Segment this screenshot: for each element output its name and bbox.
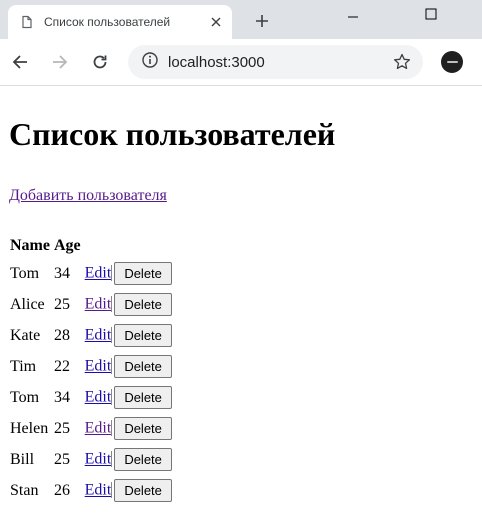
delete-button[interactable]: Delete	[114, 417, 172, 440]
delete-button[interactable]: Delete	[114, 262, 172, 285]
address-bar[interactable]: localhost:3000	[128, 45, 423, 79]
actions-cell: Edit Delete	[84, 290, 173, 319]
column-header-name: Name	[10, 236, 50, 254]
page-icon	[20, 15, 34, 29]
table-row: Tom 34 Edit Delete	[9, 259, 173, 288]
reload-icon[interactable]	[86, 48, 114, 76]
actions-cell: Edit Delete	[84, 383, 173, 412]
page-title: Список пользователей	[9, 116, 336, 152]
user-age-cell: 25	[53, 295, 70, 313]
column-header-age: Age	[53, 236, 81, 254]
delete-button[interactable]: Delete	[114, 293, 172, 316]
user-name-cell: Bill	[10, 450, 35, 468]
add-user-link[interactable]: Добавить пользователя	[9, 187, 167, 205]
table-row: Alice 25 Edit Delete	[9, 290, 173, 319]
separator	[111, 357, 113, 374]
maximize-icon[interactable]	[408, 0, 454, 28]
edit-link[interactable]: Edit	[85, 358, 112, 375]
star-icon[interactable]	[393, 53, 411, 71]
url-text: localhost:3000	[168, 53, 265, 71]
back-arrow-icon[interactable]	[6, 48, 34, 76]
profile-avatar-icon[interactable]	[441, 51, 463, 73]
edit-link[interactable]: Edit	[85, 327, 112, 344]
separator	[111, 419, 113, 436]
user-age-cell: 28	[53, 326, 70, 344]
edit-link[interactable]: Edit	[85, 389, 112, 406]
separator	[111, 450, 113, 467]
tab-title: Список пользователей	[44, 15, 171, 29]
actions-cell: Edit Delete	[84, 414, 173, 443]
table-row: Helen 25 Edit Delete	[9, 414, 173, 443]
user-age-cell: 34	[53, 264, 70, 282]
user-name-cell: Helen	[10, 419, 49, 437]
user-age-cell: 25	[53, 419, 70, 437]
users-table: Name Age Tom 34 Edit Delete Alice 25 Edit Delet…	[7, 232, 175, 507]
actions-cell: Edit Delete	[84, 259, 173, 288]
user-age-cell: 34	[53, 388, 70, 406]
user-age-cell: 22	[53, 357, 70, 375]
tab-strip: Список пользователей	[0, 0, 482, 39]
delete-button[interactable]: Delete	[114, 479, 172, 502]
actions-cell: Edit Delete	[84, 445, 173, 474]
user-name-cell: Kate	[10, 326, 41, 344]
edit-link[interactable]: Edit	[85, 296, 112, 313]
close-icon[interactable]	[208, 14, 224, 30]
table-row: Tim 22 Edit Delete	[9, 352, 173, 381]
delete-button[interactable]: Delete	[114, 324, 172, 347]
table-row: Kate 28 Edit Delete	[9, 321, 173, 350]
actions-cell: Edit Delete	[84, 352, 173, 381]
table-row: Bill 25 Edit Delete	[9, 445, 173, 474]
user-name-cell: Tim	[10, 357, 37, 375]
browser-toolbar: localhost:3000	[0, 39, 482, 86]
edit-link[interactable]: Edit	[85, 451, 112, 468]
user-name-cell: Tom	[10, 388, 40, 406]
forward-arrow-icon	[46, 48, 74, 76]
edit-link[interactable]: Edit	[85, 482, 112, 499]
browser-tab[interactable]: Список пользователей	[8, 5, 232, 39]
actions-cell: Edit Delete	[84, 321, 173, 350]
edit-link[interactable]: Edit	[85, 265, 112, 282]
table-row: Stan 26 Edit Delete	[9, 476, 173, 505]
separator	[111, 326, 113, 343]
actions-cell: Edit Delete	[84, 476, 173, 505]
user-name-cell: Tom	[10, 264, 40, 282]
plus-icon[interactable]	[250, 9, 274, 33]
table-row: Tom 34 Edit Delete	[9, 383, 173, 412]
edit-link[interactable]: Edit	[85, 420, 112, 437]
separator	[111, 264, 113, 281]
delete-button[interactable]: Delete	[114, 355, 172, 378]
delete-button[interactable]: Delete	[114, 386, 172, 409]
separator	[111, 295, 113, 312]
user-age-cell: 25	[53, 450, 70, 468]
user-name-cell: Alice	[10, 295, 45, 313]
minimize-icon[interactable]	[330, 0, 376, 28]
separator	[111, 388, 113, 405]
table-header-row: Name Age	[9, 234, 173, 257]
separator	[111, 481, 113, 498]
delete-button[interactable]: Delete	[114, 448, 172, 471]
info-icon[interactable]	[142, 51, 158, 73]
user-name-cell: Stan	[10, 481, 39, 499]
user-age-cell: 26	[53, 481, 70, 499]
